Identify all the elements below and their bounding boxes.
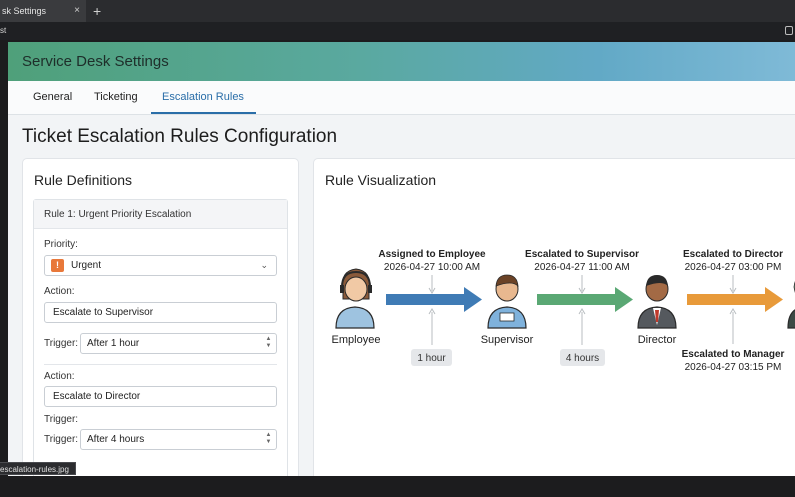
status-bar-text: escalation-rules.jpg — [0, 465, 69, 474]
rule-definitions-card: Rule Definitions Rule 1: Urgent Priority… — [22, 158, 299, 476]
priority-value: Urgent — [71, 260, 102, 271]
app-header: Service Desk Settings — [8, 42, 795, 81]
share-icon[interactable] — [785, 26, 793, 35]
tab-escalation-rules[interactable]: Escalation Rules — [162, 91, 244, 103]
trigger-1-value: After 1 hour — [87, 338, 140, 349]
address-text: st — [0, 26, 7, 35]
app-window: Service Desk Settings General Ticketing … — [8, 42, 795, 476]
active-tab-indicator — [151, 112, 256, 114]
desktop-background — [0, 476, 795, 497]
new-tab-button[interactable]: + — [93, 0, 101, 22]
status-bar: escalation-rules.jpg — [0, 462, 76, 475]
manager-event-title: Escalated to Manager — [682, 349, 785, 360]
stepper-icon[interactable]: ▲ ▼ — [264, 336, 273, 351]
rule-visualization-card: Rule Visualization Assigned to Employee … — [313, 158, 795, 476]
event-2-time: 2026-04-27 11:00 AM — [534, 262, 629, 273]
stepper-icon[interactable]: ▲ ▼ — [264, 432, 273, 447]
trigger-2-label: Trigger: — [44, 434, 79, 445]
trigger-2-value: After 4 hours — [87, 434, 145, 445]
flow-arrow-3 — [687, 287, 783, 312]
chevron-down-icon: ⌄ — [260, 260, 268, 270]
director-icon — [637, 275, 677, 329]
manager-connector — [729, 308, 737, 344]
event-3-title: Escalated to Director — [683, 249, 783, 260]
priority-label: Priority: — [44, 239, 78, 250]
delay-2-label: 4 hours — [566, 353, 599, 364]
trigger-1-row: Trigger: After 1 hour ▲ ▼ — [44, 333, 277, 354]
settings-tabs: General Ticketing Escalation Rules — [8, 81, 795, 115]
trigger-2-row: Trigger: After 4 hours ▲ ▼ — [44, 429, 277, 450]
priority-select[interactable]: ! Urgent ⌄ — [44, 255, 277, 276]
urgent-icon: ! — [51, 259, 64, 272]
trigger-1-input[interactable]: After 1 hour ▲ ▼ — [80, 333, 277, 354]
flow-arrow-2 — [537, 287, 633, 312]
trigger-2-input[interactable]: After 4 hours ▲ ▼ — [80, 429, 277, 450]
action-2-input[interactable]: Escalate to Director — [44, 386, 277, 407]
flow-arrow-1 — [386, 287, 482, 312]
manager-event-time: 2026-04-27 03:15 PM — [685, 362, 782, 373]
event-1-time: 2026-04-27 10:00 AM — [384, 262, 480, 273]
trigger-2-caption: Trigger: — [44, 414, 79, 425]
delay-1-label: 1 hour — [417, 353, 446, 364]
app-title: Service Desk Settings — [22, 53, 169, 70]
delay-2-connector — [578, 308, 586, 345]
event-1-title: Assigned to Employee — [378, 249, 486, 260]
address-bar[interactable]: st — [0, 22, 795, 40]
tab-ticketing[interactable]: Ticketing — [94, 91, 138, 103]
close-tab-icon[interactable]: × — [72, 0, 82, 22]
escalation-flow-diagram: Assigned to Employee 2026-04-27 10:00 AM… — [332, 249, 795, 373]
trigger-1-label: Trigger: — [44, 338, 79, 349]
manager-icon — [787, 281, 795, 329]
supervisor-icon — [487, 274, 527, 329]
node-supervisor-label: Supervisor — [481, 334, 534, 346]
action-1-input[interactable]: Escalate to Supervisor — [44, 302, 277, 323]
event-3-time: 2026-04-27 03:00 PM — [685, 262, 782, 273]
node-director-label: Director — [638, 334, 677, 346]
delay-1-connector — [428, 308, 436, 345]
event-2-marker — [578, 275, 586, 294]
event-3-marker — [729, 275, 737, 294]
browser-tab-title: sk Settings — [2, 6, 47, 16]
employee-icon — [335, 268, 375, 329]
tab-general[interactable]: General — [33, 91, 72, 103]
rule-1-title: Rule 1: Urgent Priority Escalation — [44, 209, 192, 220]
action-2-label: Action: — [44, 371, 75, 382]
page-title: Ticket Escalation Rules Configuration — [22, 126, 338, 147]
event-1-marker — [428, 275, 436, 294]
rule-1-panel: Rule 1: Urgent Priority Escalation Prior… — [33, 199, 288, 476]
browser-tab-bar: sk Settings × + — [0, 0, 795, 22]
action-1-label: Action: — [44, 286, 75, 297]
rule-definitions-title: Rule Definitions — [34, 172, 133, 188]
node-employee-label: Employee — [332, 334, 381, 346]
event-2-title: Escalated to Supervisor — [525, 249, 639, 260]
rule-1-header[interactable]: Rule 1: Urgent Priority Escalation — [34, 200, 287, 229]
rule-divider — [44, 364, 277, 365]
